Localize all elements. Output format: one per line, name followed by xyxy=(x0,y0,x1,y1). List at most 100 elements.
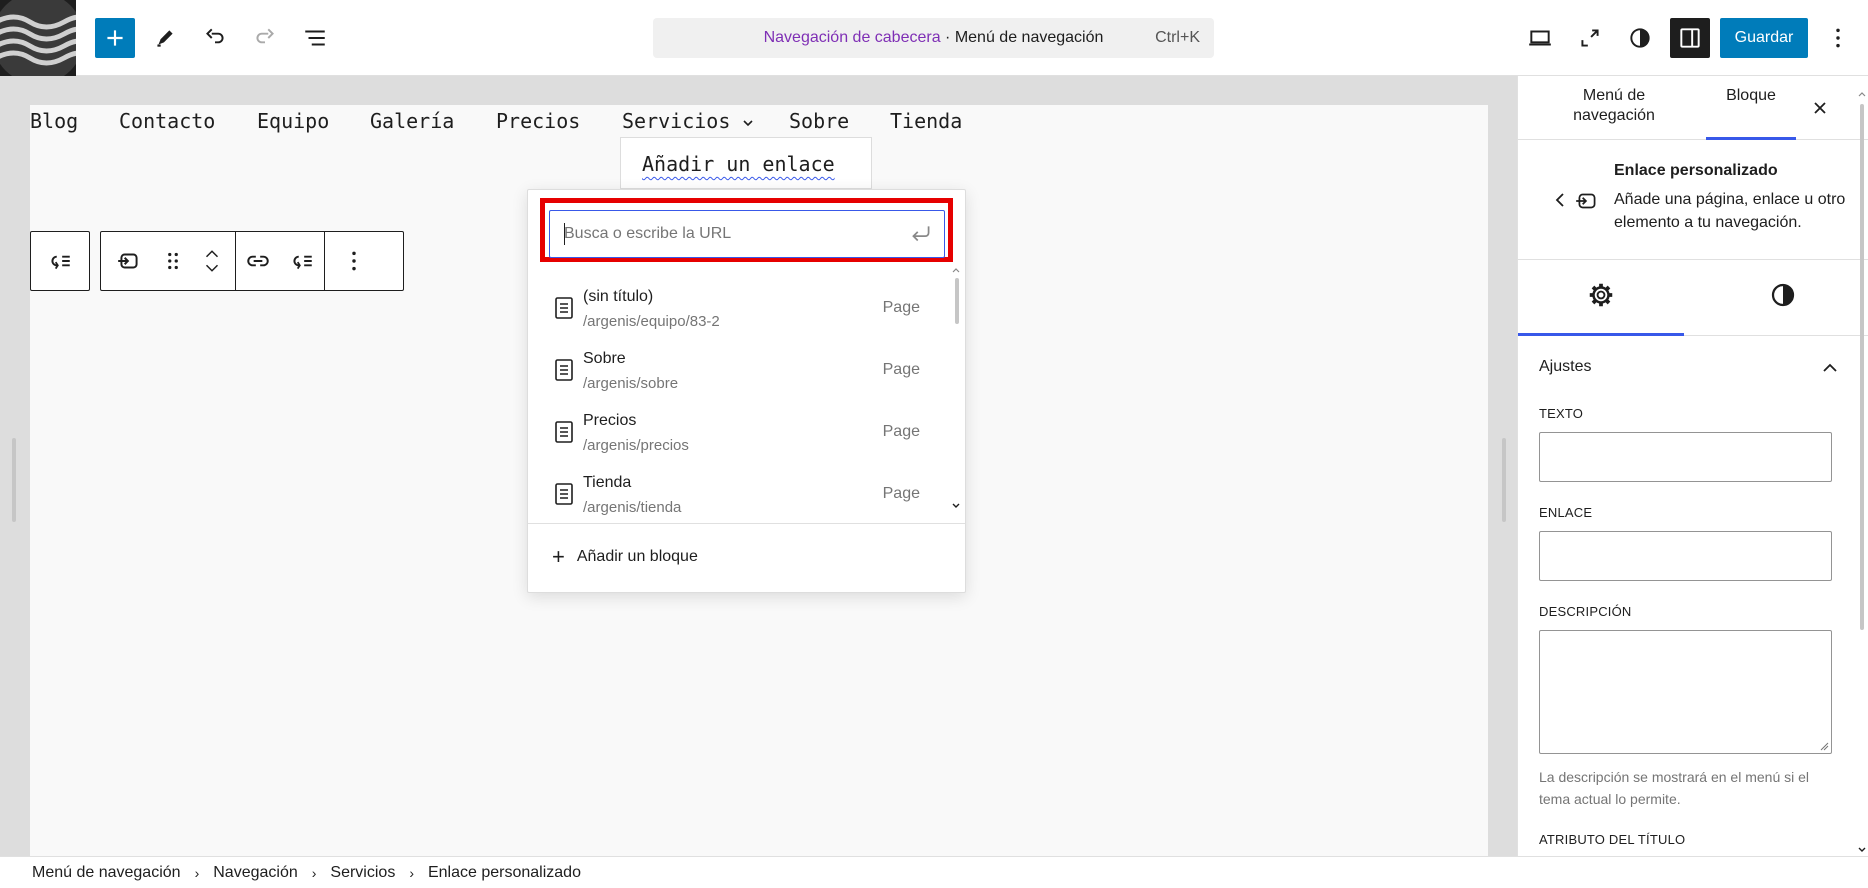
tools-button[interactable] xyxy=(145,18,185,58)
page-icon xyxy=(555,359,573,381)
link-button[interactable] xyxy=(236,232,280,290)
drag-handle-icon xyxy=(168,252,178,270)
chevron-down-icon xyxy=(743,120,753,127)
sidebar-icon xyxy=(1680,28,1700,48)
wave-logo-icon[interactable] xyxy=(0,0,76,76)
half-circle-icon[interactable] xyxy=(1768,280,1798,310)
block-toolbar-parent xyxy=(30,231,90,291)
resize-grip-icon[interactable] xyxy=(1819,741,1829,751)
move-up-icon[interactable] xyxy=(201,247,223,261)
fullscreen-button[interactable] xyxy=(1570,18,1610,58)
sidebar-scrollbar[interactable] xyxy=(1857,90,1867,852)
editor-top-bar: Navegación de cabecera · Menú de navegac… xyxy=(0,0,1868,76)
search-result-item[interactable]: (sin título) /argenis/equipo/83-2 Page xyxy=(528,278,948,340)
command-center[interactable]: Navegación de cabecera · Menú de navegac… xyxy=(653,18,1214,58)
submit-enter-icon[interactable] xyxy=(908,221,934,247)
search-result-item[interactable]: Precios /argenis/precios Page xyxy=(528,402,948,464)
active-subtab-indicator xyxy=(1518,333,1684,336)
move-buttons xyxy=(189,232,235,290)
select-parent-button[interactable] xyxy=(31,232,89,290)
breadcrumb-item[interactable]: Menú de navegación xyxy=(32,864,181,882)
add-block-button[interactable]: + Añadir un bloque xyxy=(552,546,698,568)
sidebar-tabs: Menú de navegación Bloque xyxy=(1518,76,1868,140)
chevron-up-icon[interactable] xyxy=(1818,356,1842,380)
result-type: Page xyxy=(882,299,920,316)
submenu-icon xyxy=(293,255,312,270)
nav-item-galeria[interactable]: Galería xyxy=(370,109,454,133)
sidebar-scrollbar-thumb[interactable] xyxy=(1860,104,1864,630)
options-button[interactable] xyxy=(1818,18,1858,58)
results-scrollbar[interactable] xyxy=(955,278,959,324)
more-vertical-icon xyxy=(1836,28,1840,48)
half-circle-icon xyxy=(1630,28,1650,48)
pencil-icon xyxy=(157,30,173,47)
breadcrumb-item[interactable]: Servicios xyxy=(330,864,395,882)
nav-item-contacto[interactable]: Contacto xyxy=(119,109,215,133)
breadcrumb-item[interactable]: Navegación xyxy=(213,864,298,882)
page-icon xyxy=(555,421,573,443)
scroll-up-icon[interactable] xyxy=(951,266,961,274)
nav-item-tienda[interactable]: Tienda xyxy=(890,109,962,133)
add-block-label: Añadir un bloque xyxy=(576,548,698,565)
chevron-right-icon: › xyxy=(311,864,317,881)
description-textarea[interactable] xyxy=(1539,630,1832,754)
result-url: /argenis/sobre xyxy=(583,375,679,392)
save-button[interactable]: Guardar xyxy=(1720,18,1808,58)
block-options-button[interactable] xyxy=(325,232,383,290)
custom-link-icon xyxy=(1576,193,1596,209)
search-result-item[interactable]: Tienda /argenis/tienda Page xyxy=(528,464,948,526)
description-field-label: DESCRIPCIÓN xyxy=(1539,604,1632,619)
settings-sidebar-button[interactable] xyxy=(1670,18,1710,58)
url-search-input[interactable]: Busca o escribe la URL xyxy=(549,210,945,258)
drag-handle[interactable] xyxy=(157,232,189,290)
link-field[interactable] xyxy=(1539,531,1832,581)
canvas-resize-handle-right[interactable] xyxy=(1502,438,1506,522)
title-attribute-label: ATRIBUTO DEL TÍTULO xyxy=(1539,832,1686,847)
popover-divider xyxy=(528,523,965,524)
link-field-label: ENLACE xyxy=(1539,505,1593,520)
url-search-placeholder: Busca o escribe la URL xyxy=(564,225,732,242)
add-submenu-button[interactable] xyxy=(280,232,324,290)
chevron-left-icon[interactable] xyxy=(1550,190,1570,210)
block-inspector-tabs xyxy=(1518,260,1868,336)
custom-link-icon xyxy=(118,253,138,269)
search-result-item[interactable]: Sobre /argenis/sobre Page xyxy=(528,340,948,402)
block-card: Enlace personalizado Añade una página, e… xyxy=(1518,140,1868,260)
result-title: Sobre xyxy=(583,350,626,367)
undo-icon xyxy=(206,28,224,44)
block-type-button[interactable] xyxy=(101,232,157,290)
undo-button[interactable] xyxy=(195,18,235,58)
breadcrumb-item-current: Enlace personalizado xyxy=(427,863,581,881)
move-down-icon[interactable] xyxy=(201,261,223,275)
nav-item-servicios[interactable]: Servicios xyxy=(622,109,754,133)
nav-item-equipo[interactable]: Equipo xyxy=(257,109,329,133)
submenu-container: Añadir un enlace xyxy=(620,137,872,189)
device-preview-button[interactable] xyxy=(1520,18,1560,58)
settings-panel-title[interactable]: Ajustes xyxy=(1539,358,1591,376)
desktop-icon xyxy=(1529,30,1551,46)
close-icon[interactable] xyxy=(1808,96,1832,120)
tab-navigation-menu[interactable]: Menú de navegación xyxy=(1556,86,1672,126)
nav-item-precios[interactable]: Precios xyxy=(496,109,580,133)
add-block-button[interactable] xyxy=(95,18,135,58)
link-control-popover: Busca o escribe la URL (sin título) /arg… xyxy=(527,189,966,593)
submenu-add-link[interactable]: Añadir un enlace xyxy=(642,152,835,176)
block-description: Añade una página, enlace u otro elemento… xyxy=(1614,191,1846,231)
text-field[interactable] xyxy=(1539,432,1832,482)
list-view-button[interactable] xyxy=(295,18,335,58)
result-type: Page xyxy=(882,361,920,378)
fullscreen-icon xyxy=(1581,29,1599,47)
command-shortcut: Ctrl+K xyxy=(1155,29,1200,46)
block-breadcrumb: Menú de navegación › Navegación › Servic… xyxy=(0,856,1868,888)
nav-item-blog[interactable]: Blog xyxy=(30,109,78,133)
nav-item-sobre[interactable]: Sobre xyxy=(789,109,849,133)
scroll-down-icon[interactable] xyxy=(1857,846,1867,854)
scroll-up-icon[interactable] xyxy=(1857,90,1867,98)
canvas-resize-handle-left[interactable] xyxy=(12,438,16,522)
chevron-right-icon: › xyxy=(409,864,414,881)
scroll-down-icon[interactable] xyxy=(951,502,961,510)
styles-button[interactable] xyxy=(1620,18,1660,58)
gear-icon[interactable] xyxy=(1586,280,1616,310)
tab-block[interactable]: Bloque xyxy=(1708,86,1794,106)
redo-button[interactable] xyxy=(245,18,285,58)
